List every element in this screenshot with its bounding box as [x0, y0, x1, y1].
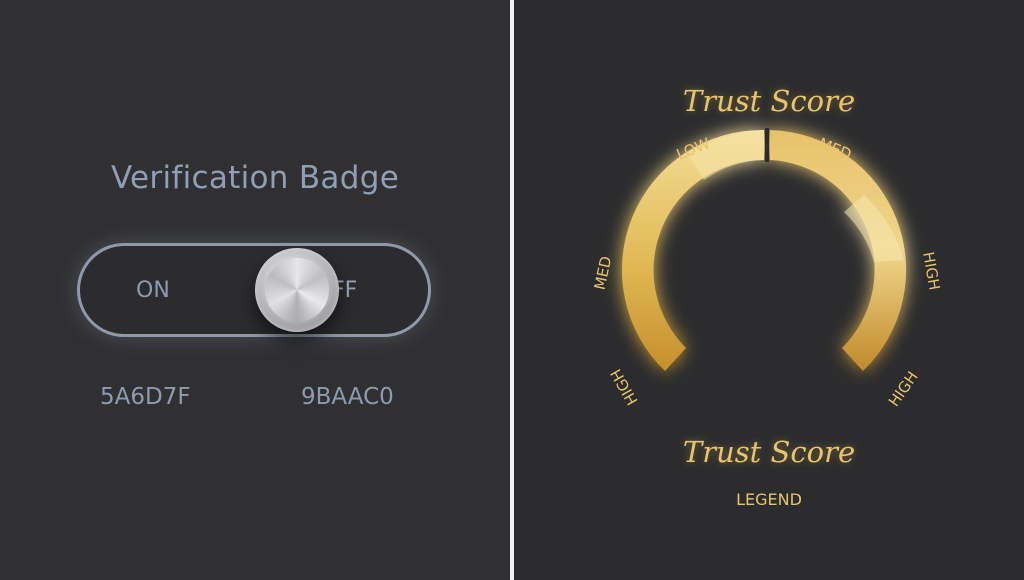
gauge-segment-left [621, 129, 764, 371]
verification-toggle[interactable] [77, 243, 431, 337]
color-code-left: 5A6D7F [100, 384, 191, 410]
gauge-legend: LEGEND [736, 490, 802, 509]
gauge-title-bottom: Trust Score [682, 435, 856, 469]
toggle-on-label: ON [136, 278, 170, 303]
gauge-arc [621, 129, 907, 371]
verification-title: Verification Badge [110, 160, 400, 196]
toggle-knob[interactable] [255, 248, 339, 332]
color-code-right: 9BAAC0 [301, 384, 394, 410]
